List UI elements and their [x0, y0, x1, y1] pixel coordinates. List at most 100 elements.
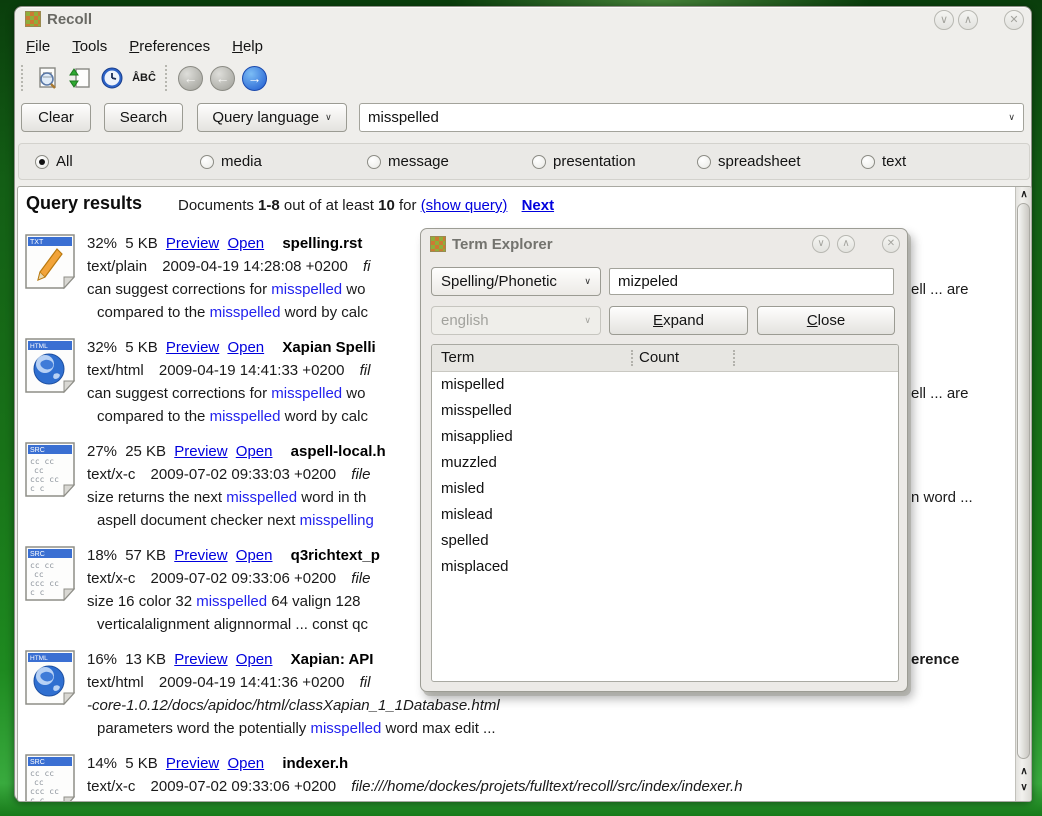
previous-page-button[interactable]: ←	[210, 66, 235, 91]
scroll-down-button[interactable]	[1016, 781, 1032, 795]
filter-spreadsheet[interactable]: spreadsheet	[697, 153, 801, 170]
open-link[interactable]: Open	[236, 547, 273, 564]
filter-presentation[interactable]: presentation	[532, 153, 636, 170]
close-button[interactable]	[882, 235, 900, 253]
result-title: indexer.h	[282, 755, 348, 772]
minimize-button[interactable]	[812, 235, 830, 253]
maximize-button[interactable]	[837, 235, 855, 253]
term-row[interactable]: misspelled	[432, 398, 898, 424]
close-button[interactable]	[1004, 10, 1024, 30]
titlebar[interactable]: Recoll	[15, 7, 1031, 33]
results-title: Query results	[26, 193, 142, 214]
highlighted-term: misspelled	[196, 593, 267, 610]
term-row[interactable]: misled	[432, 476, 898, 502]
search-input[interactable]	[360, 109, 1008, 126]
doc-url: file:///home/dockes/projets/fulltext/rec…	[351, 778, 742, 795]
scroll-up-button[interactable]	[1016, 765, 1032, 779]
mime-type: text/x-c	[87, 778, 135, 795]
preview-link[interactable]: Preview	[174, 651, 227, 668]
open-link[interactable]: Open	[227, 235, 264, 252]
doc-date: 2009-04-19 14:41:33 +0200	[159, 362, 345, 379]
menu-preferences[interactable]: Preferences	[129, 38, 210, 55]
spellcheck-abc-icon: ÅBĈ	[132, 72, 156, 84]
clear-button[interactable]: Clear	[21, 103, 91, 132]
term-row[interactable]: spelled	[432, 528, 898, 554]
filter-media[interactable]: media	[200, 153, 262, 170]
clock-icon	[100, 66, 124, 90]
open-link[interactable]: Open	[236, 651, 273, 668]
scrollbar-thumb[interactable]	[1017, 203, 1030, 759]
next-page-button[interactable]: →	[242, 66, 267, 91]
menu-file[interactable]: File	[26, 38, 50, 55]
next-page-link[interactable]: Next	[522, 197, 555, 214]
term-row[interactable]: muzzled	[432, 450, 898, 476]
doc-date: 2009-04-19 14:41:36 +0200	[159, 674, 345, 691]
term-row[interactable]: misapplied	[432, 424, 898, 450]
open-link[interactable]: Open	[227, 339, 264, 356]
chevron-down-icon[interactable]: ∨	[1008, 112, 1023, 123]
radio-icon	[861, 155, 875, 169]
file-size: 25 KB	[125, 443, 166, 460]
preview-link[interactable]: Preview	[166, 235, 219, 252]
query-language-dropdown[interactable]: Query language ∨	[197, 103, 347, 132]
language-dropdown[interactable]: english ∨	[431, 306, 601, 335]
column-header-count[interactable]: Count	[639, 349, 679, 366]
doc-url: fi	[363, 258, 371, 275]
src-doc-icon	[24, 442, 76, 498]
file-size: 5 KB	[125, 755, 158, 772]
menu-tools[interactable]: Tools	[72, 38, 107, 55]
term-explorer-button[interactable]: ÅBĈ	[129, 63, 159, 93]
menu-help[interactable]: Help	[232, 38, 263, 55]
filter-text[interactable]: text	[861, 153, 906, 170]
preview-link[interactable]: Preview	[174, 547, 227, 564]
results-scrollbar	[1015, 187, 1031, 801]
first-page-button[interactable]: ←	[178, 66, 203, 91]
file-size: 13 KB	[125, 651, 166, 668]
snippet-overflow: ell ... are	[911, 278, 969, 301]
result-title: spelling.rst	[282, 235, 362, 252]
sort-by-date-button[interactable]	[97, 63, 127, 93]
filter-message[interactable]: message	[367, 153, 449, 170]
sort-params-button[interactable]	[65, 63, 95, 93]
column-separator[interactable]	[631, 350, 633, 366]
snippet: can suggest corrections for misspelled w…	[87, 382, 423, 405]
snippet: size 16 color 32 misspelled 64 valign 12…	[87, 590, 423, 613]
column-header-term[interactable]: Term	[441, 349, 474, 366]
preview-link[interactable]: Preview	[174, 443, 227, 460]
term-row[interactable]: mispelled	[432, 372, 898, 398]
arrow-left-icon: ←	[216, 70, 230, 86]
highlighted-term: misspelled	[210, 408, 281, 425]
search-button[interactable]: Search	[104, 103, 183, 132]
term-input[interactable]	[609, 268, 894, 295]
arrow-right-icon: →	[248, 70, 262, 86]
table-view-button[interactable]	[33, 63, 63, 93]
window-title: Recoll	[47, 11, 92, 28]
maximize-button[interactable]	[958, 10, 978, 30]
term-row[interactable]: mislead	[432, 502, 898, 528]
txt-doc-icon	[24, 234, 76, 290]
mime-type: text/html	[87, 674, 144, 691]
relevance-percent: 14%	[87, 755, 117, 772]
mime-type: text/html	[87, 362, 144, 379]
result-title: Xapian: API	[291, 651, 374, 668]
scroll-up-button[interactable]	[1016, 188, 1032, 202]
term-table-header: Term Count	[432, 345, 898, 372]
open-link[interactable]: Open	[236, 443, 273, 460]
show-query-link[interactable]: (show query)	[421, 197, 508, 214]
open-link[interactable]: Open	[227, 755, 264, 772]
results-summary: Documents 1-8 out of at least 10 for (sh…	[178, 197, 554, 214]
close-dialog-button[interactable]: Close	[757, 306, 895, 335]
relevance-percent: 32%	[87, 235, 117, 252]
filter-all[interactable]: All	[35, 153, 73, 170]
column-separator[interactable]	[733, 350, 735, 366]
query-language-label: Query language	[212, 109, 319, 126]
minimize-button[interactable]	[934, 10, 954, 30]
term-row[interactable]: misplaced	[432, 554, 898, 580]
expansion-mode-dropdown[interactable]: Spelling/Phonetic ∨	[431, 267, 601, 296]
expand-button[interactable]: Expand	[609, 306, 748, 335]
highlighted-term: misspelled	[271, 385, 342, 402]
recoll-logo-icon	[430, 236, 446, 252]
preview-link[interactable]: Preview	[166, 339, 219, 356]
preview-link[interactable]: Preview	[166, 755, 219, 772]
toolbar-drag-handle[interactable]	[21, 65, 26, 91]
